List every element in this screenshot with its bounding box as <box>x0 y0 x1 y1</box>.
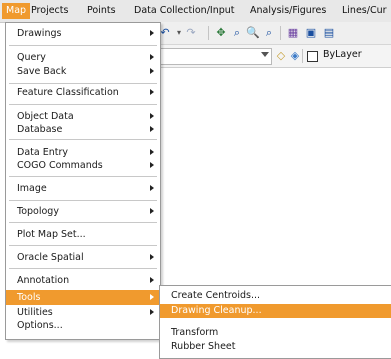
layer-dropdown[interactable] <box>154 48 272 65</box>
menu-item-label: Plot Map Set... <box>17 229 86 240</box>
menu-item-label: Save Back <box>17 66 67 77</box>
menu-item-database[interactable]: Database <box>6 122 160 137</box>
menu-map[interactable]: Map <box>2 3 31 19</box>
menu-bar: Map Projects Points Data Collection/Inpu… <box>0 0 391 23</box>
submenu-arrow-icon <box>150 208 154 214</box>
menu-separator <box>9 45 157 46</box>
menu-item-annotation[interactable]: Annotation <box>6 273 160 288</box>
menu-separator <box>9 245 157 246</box>
menu-separator <box>9 200 157 201</box>
menu-separator <box>9 139 157 140</box>
menu-analysis-figures[interactable]: Analysis/Figures <box>250 3 326 19</box>
submenu-arrow-icon <box>150 294 154 300</box>
submenu-arrow-icon <box>150 277 154 283</box>
menu-item-label: Image <box>17 183 47 194</box>
linetype-value[interactable]: ByLayer <box>323 49 362 60</box>
map-dropdown-menu: Drawings Query Save Back Feature Classif… <box>5 22 161 340</box>
submenu-arrow-icon <box>150 68 154 74</box>
submenu-item-drawing-cleanup[interactable]: Drawing Cleanup... <box>160 304 391 318</box>
properties-icon[interactable]: ▦ <box>286 26 300 40</box>
submenu-arrow-icon <box>150 254 154 260</box>
tools-submenu: Create Centroids... Drawing Cleanup... T… <box>159 285 391 359</box>
submenu-arrow-icon <box>150 113 154 119</box>
layer-state-icon[interactable]: ◇ <box>274 49 288 63</box>
menu-item-tools[interactable]: Tools <box>6 290 160 305</box>
menu-item-label: Annotation <box>17 275 70 286</box>
menu-item-cogo-commands[interactable]: COGO Commands <box>6 158 160 173</box>
pan-icon[interactable]: ✥ <box>214 26 228 40</box>
menu-item-label: Query <box>17 52 46 63</box>
menu-points[interactable]: Points <box>87 3 116 19</box>
submenu-arrow-icon <box>150 309 154 315</box>
menu-item-save-back[interactable]: Save Back <box>6 64 160 79</box>
toolbar-separator <box>302 49 303 63</box>
menu-separator <box>9 176 157 177</box>
menu-item-label: Oracle Spatial <box>17 252 84 263</box>
menu-item-label: Drawings <box>17 28 62 39</box>
menu-item-label: Topology <box>17 206 59 217</box>
menu-item-options[interactable]: Options... <box>6 318 160 333</box>
submenu-item-label: Rubber Sheet <box>171 341 236 352</box>
submenu-item-label: Transform <box>171 327 219 338</box>
submenu-arrow-icon <box>150 126 154 132</box>
menu-item-label: Tools <box>17 292 41 303</box>
submenu-arrow-icon <box>150 149 154 155</box>
menu-item-feature-classification[interactable]: Feature Classification <box>6 85 160 100</box>
menu-item-image[interactable]: Image <box>6 181 160 196</box>
submenu-item-rubber-sheet[interactable]: Rubber Sheet <box>160 340 391 354</box>
submenu-item-label: Create Centroids... <box>171 290 260 301</box>
submenu-item-create-centroids[interactable]: Create Centroids... <box>160 289 391 303</box>
menu-item-plot-map-set[interactable]: Plot Map Set... <box>6 227 160 242</box>
submenu-arrow-icon <box>150 30 154 36</box>
menu-item-label: COGO Commands <box>17 160 103 171</box>
tool-palettes-icon[interactable]: ▤ <box>322 26 336 40</box>
menu-lines-curves[interactable]: Lines/Cur <box>342 3 387 19</box>
menu-separator <box>9 104 157 105</box>
menu-separator <box>9 83 157 84</box>
design-center-icon[interactable]: ▣ <box>304 26 318 40</box>
redo-icon[interactable]: ↷ <box>184 26 198 40</box>
menu-separator <box>9 268 157 269</box>
toolbar-separator <box>208 26 209 40</box>
menu-projects[interactable]: Projects <box>31 3 68 19</box>
layer-manager-icon[interactable]: ◈ <box>288 49 302 63</box>
chevron-down-icon <box>261 52 269 57</box>
menu-data-collection-input[interactable]: Data Collection/Input <box>134 3 235 19</box>
menu-item-label: Database <box>17 124 63 135</box>
properties-toolbar: ◇ ◈ ByLayer <box>148 45 391 68</box>
submenu-item-label: Drawing Cleanup... <box>171 305 262 316</box>
standard-toolbar: ↶ ▾ ↷ ✥ ⌕ 🔍 ⌕ ▦ ▣ ▤ <box>148 22 391 45</box>
menu-separator <box>9 222 157 223</box>
submenu-arrow-icon <box>150 162 154 168</box>
menu-item-oracle-spatial[interactable]: Oracle Spatial <box>6 250 160 265</box>
zoom-window-icon[interactable]: 🔍 <box>246 26 260 40</box>
submenu-arrow-icon <box>150 54 154 60</box>
zoom-realtime-icon[interactable]: ⌕ <box>230 26 244 40</box>
menu-item-query[interactable]: Query <box>6 50 160 65</box>
toolbar-separator <box>280 26 281 40</box>
color-swatch <box>307 51 318 62</box>
zoom-previous-icon[interactable]: ⌕ <box>262 26 276 40</box>
submenu-arrow-icon <box>150 185 154 191</box>
submenu-arrow-icon <box>150 89 154 95</box>
menu-item-drawings[interactable]: Drawings <box>6 26 160 41</box>
submenu-item-transform[interactable]: Transform <box>160 326 391 340</box>
menu-item-label: Feature Classification <box>17 87 119 98</box>
menu-item-topology[interactable]: Topology <box>6 204 160 219</box>
menu-item-label: Options... <box>17 320 63 331</box>
